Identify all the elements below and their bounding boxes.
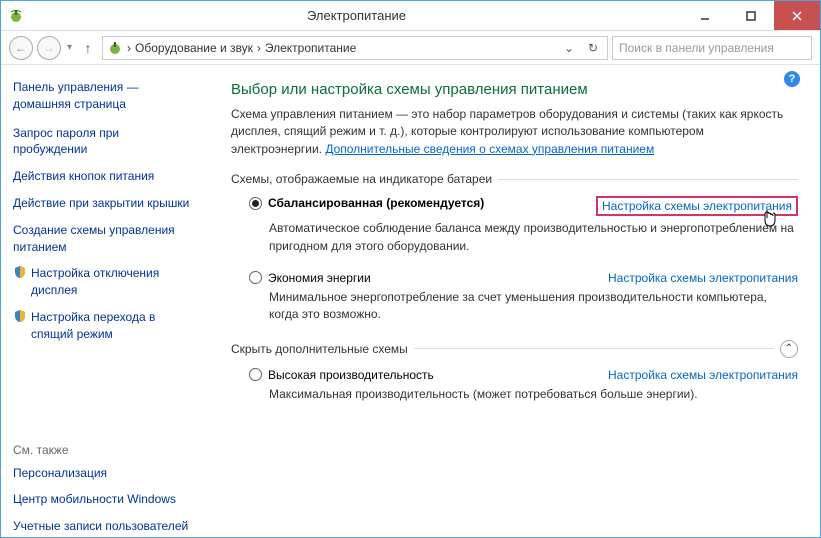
close-button[interactable] <box>774 1 820 30</box>
sidebar: Панель управления — домашняя страница За… <box>1 65 209 536</box>
seealso-user-accounts[interactable]: Учетные записи пользователей <box>13 518 196 535</box>
page-title: Выбор или настройка схемы управления пит… <box>231 81 798 98</box>
plan-description: Максимальная производительность (может п… <box>249 386 798 403</box>
sidebar-link-create-plan[interactable]: Создание схемы управления питанием <box>13 222 196 256</box>
radio-icon <box>249 197 262 210</box>
see-also-heading: См. также <box>13 443 196 457</box>
help-icon[interactable]: ? <box>784 71 800 87</box>
titlebar: Электропитание <box>1 1 820 31</box>
page-description: Схема управления питанием — это набор па… <box>231 106 798 158</box>
plan-powersaver-radio[interactable]: Экономия энергии <box>249 271 371 285</box>
plan-balanced: Сбалансированная (рекомендуется) Настрой… <box>231 196 798 271</box>
plan-name: Экономия энергии <box>268 271 371 285</box>
navbar: ← → ▾ ↑ › Оборудование и звук › Электроп… <box>1 31 820 65</box>
radio-icon <box>249 271 262 284</box>
section-battery-plans: Схемы, отображаемые на индикаторе батаре… <box>231 172 798 186</box>
sidebar-link-display-off[interactable]: Настройка отключения дисплея <box>13 265 196 299</box>
plan-high-performance-radio[interactable]: Высокая производительность <box>249 368 434 382</box>
chevron-up-icon: ⌃ <box>780 340 798 358</box>
chevron-right-icon: › <box>127 41 131 55</box>
app-icon <box>1 8 31 24</box>
back-button[interactable]: ← <box>9 36 33 60</box>
forward-button[interactable]: → <box>37 36 61 60</box>
main-content: ? Выбор или настройка схемы управления п… <box>209 65 820 536</box>
plan-settings-link[interactable]: Настройка схемы электропитания <box>608 271 798 285</box>
cursor-icon <box>761 208 779 228</box>
up-button[interactable]: ↑ <box>78 40 98 56</box>
plan-settings-link[interactable]: Настройка схемы электропитания <box>608 368 798 382</box>
section-extra-plans-toggle[interactable]: Скрыть дополнительные схемы ⌃ <box>231 340 798 358</box>
radio-icon <box>249 368 262 381</box>
control-panel-home-link[interactable]: Панель управления — домашняя страница <box>13 79 196 113</box>
breadcrumb-dropdown[interactable]: ⌄ <box>559 41 579 55</box>
seealso-mobility-center[interactable]: Центр мобильности Windows <box>13 491 196 508</box>
sidebar-link-lid-close[interactable]: Действие при закрытии крышки <box>13 195 196 212</box>
plan-balanced-radio[interactable]: Сбалансированная (рекомендуется) <box>249 196 484 210</box>
shield-icon <box>13 309 27 323</box>
refresh-button[interactable]: ↻ <box>583 41 603 55</box>
minimize-button[interactable] <box>682 1 728 30</box>
window-title: Электропитание <box>31 8 682 23</box>
plan-high-performance: Высокая производительность Настройка схе… <box>231 368 798 419</box>
sidebar-link-sleep[interactable]: Настройка перехода в спящий режим <box>13 309 196 343</box>
search-placeholder: Поиск в панели управления <box>619 41 774 55</box>
breadcrumb-item[interactable]: Электропитание <box>265 41 356 55</box>
breadcrumb-item[interactable]: Оборудование и звук <box>135 41 253 55</box>
search-input[interactable]: Поиск в панели управления <box>612 36 812 60</box>
shield-icon <box>13 265 27 279</box>
seealso-personalization[interactable]: Персонализация <box>13 465 196 482</box>
plan-name: Сбалансированная (рекомендуется) <box>268 196 484 210</box>
sidebar-link-power-buttons[interactable]: Действия кнопок питания <box>13 168 196 185</box>
plan-name: Высокая производительность <box>268 368 434 382</box>
plan-description: Автоматическое соблюдение баланса между … <box>249 220 798 255</box>
window-buttons <box>682 1 820 30</box>
breadcrumb: › Оборудование и звук › Электропитание <box>127 41 555 55</box>
history-dropdown[interactable]: ▾ <box>65 42 74 53</box>
power-icon <box>107 40 123 56</box>
sidebar-link-password-wake[interactable]: Запрос пароля при пробуждении <box>13 125 196 159</box>
chevron-right-icon: › <box>257 41 261 55</box>
plan-powersaver: Экономия энергии Настройка схемы электро… <box>231 271 798 340</box>
plan-description: Минимальное энергопотребление за счет ум… <box>249 289 798 324</box>
learn-more-link[interactable]: Дополнительные сведения о схемах управле… <box>325 142 654 156</box>
maximize-button[interactable] <box>728 1 774 30</box>
address-bar[interactable]: › Оборудование и звук › Электропитание ⌄… <box>102 36 608 60</box>
